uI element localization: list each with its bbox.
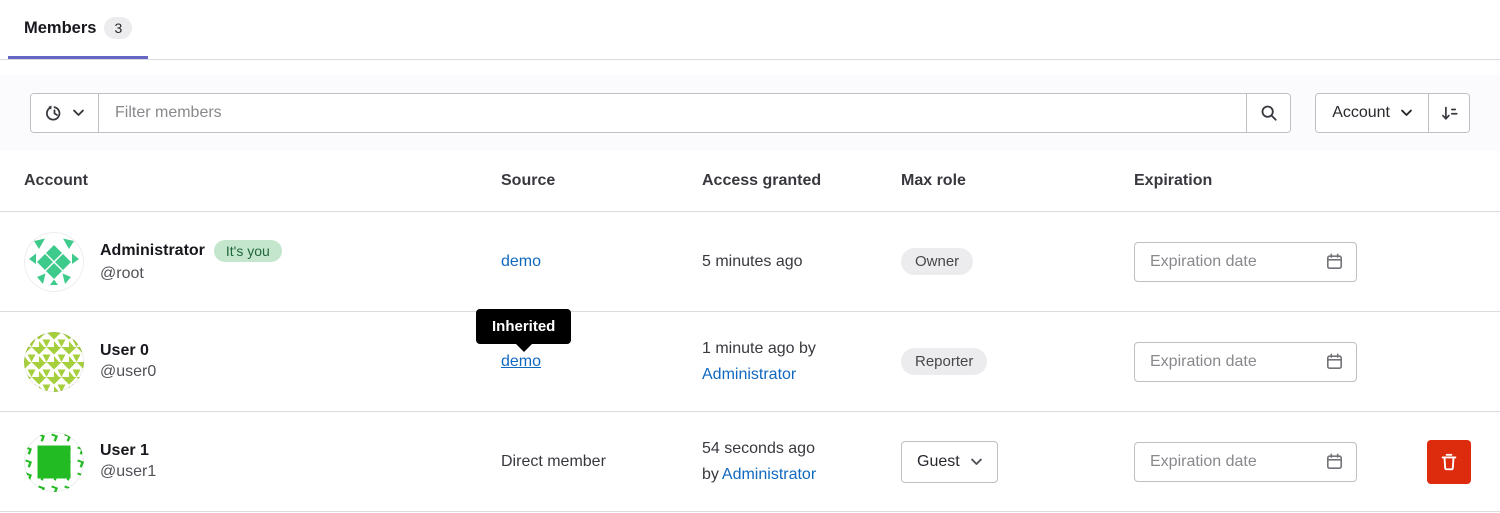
calendar-icon [1326,453,1343,470]
tab-members-label: Members [24,19,96,38]
header-max-role: Max role [901,172,1134,190]
remove-member-button[interactable] [1427,440,1471,484]
calendar-icon [1326,253,1343,270]
chevron-down-icon [1401,109,1412,117]
header-expiration: Expiration [1134,172,1500,190]
member-row-user1: User 1 @user1 Direct member 54 seconds a… [0,412,1500,512]
source-link[interactable]: demo [501,253,541,270]
member-row-user0: User 0 @user0 Inherited demo 1 minute ag… [0,312,1500,412]
sort-by-dropdown[interactable]: Account [1316,94,1429,132]
its-you-badge: It's you [214,240,282,262]
source-cell: Inherited demo [501,353,702,371]
inherited-tooltip: Inherited [476,309,571,344]
access-granted-cell: 54 seconds ago byAdministrator [702,436,901,487]
access-granted-text: 5 minutes ago [702,253,803,270]
members-count-badge: 3 [104,17,132,39]
role-badge: Reporter [901,348,987,375]
search-history-dropdown[interactable] [31,94,99,132]
chevron-down-icon [73,109,84,117]
expiration-date-input[interactable] [1148,352,1318,372]
member-row-administrator: Administrator It's you @root demo 5 minu… [0,212,1500,312]
search-icon [1260,104,1278,122]
expiration-date-input[interactable] [1148,452,1318,472]
history-icon [45,104,64,123]
source-text: Direct member [501,453,606,470]
member-username: @user1 [100,463,156,481]
max-role-cell: Reporter [901,348,1134,375]
chevron-down-icon [971,458,982,466]
header-account: Account [0,172,501,190]
account-cell: User 0 @user0 [0,332,501,392]
calendar-icon [1326,353,1343,370]
sort-direction-button[interactable] [1429,94,1469,132]
search-button[interactable] [1246,94,1290,132]
role-badge: Owner [901,248,973,275]
expiration-cell [1134,440,1500,484]
member-meta: Administrator It's you @root [100,240,282,283]
by-prefix: by [702,466,719,483]
member-meta: User 1 @user1 [100,442,156,481]
account-cell: User 1 @user1 [0,432,501,492]
max-role-cell: Owner [901,248,1134,275]
expiration-date-input[interactable] [1148,252,1318,272]
access-granted-text: 54 seconds ago [702,440,815,457]
access-granted-cell: 5 minutes ago [702,249,901,275]
source-cell: Direct member [501,453,702,471]
member-name[interactable]: User 0 [100,342,149,360]
member-username: @root [100,265,282,283]
access-granted-text: 1 minute ago by [702,340,816,357]
source-cell: demo [501,253,702,271]
expiration-cell [1134,342,1500,382]
sort-descending-icon [1441,105,1458,122]
max-role-cell: Guest [901,441,1134,483]
filter-bar: Account [0,75,1500,151]
expiration-cell [1134,242,1500,282]
account-cell: Administrator It's you @root [0,232,501,292]
sort-control: Account [1315,93,1470,133]
member-username: @user0 [100,363,156,381]
max-role-value: Guest [917,453,960,471]
tab-bar: Members 3 [0,0,1500,60]
access-granted-cell: 1 minute ago by Administrator [702,336,901,387]
granted-by-link[interactable]: Administrator [722,466,816,483]
header-access-granted: Access granted [702,172,901,190]
expiration-date-field[interactable] [1134,242,1357,282]
filter-members-input[interactable] [99,94,1246,132]
expiration-date-field[interactable] [1134,342,1357,382]
max-role-dropdown[interactable]: Guest [901,441,998,483]
avatar-user0[interactable] [24,332,84,392]
filtered-search [30,93,1291,133]
granted-by-link[interactable]: Administrator [702,366,796,383]
member-name[interactable]: Administrator [100,242,205,260]
member-name[interactable]: User 1 [100,442,149,460]
member-meta: User 0 @user0 [100,342,156,381]
trash-icon [1439,452,1459,472]
members-table-header: Account Source Access granted Max role E… [0,151,1500,212]
header-source: Source [501,172,702,190]
expiration-date-field[interactable] [1134,442,1357,482]
avatar-user1[interactable] [24,432,84,492]
avatar-administrator[interactable] [24,232,84,292]
tab-members[interactable]: Members 3 [8,0,148,59]
sort-by-label: Account [1332,104,1390,122]
